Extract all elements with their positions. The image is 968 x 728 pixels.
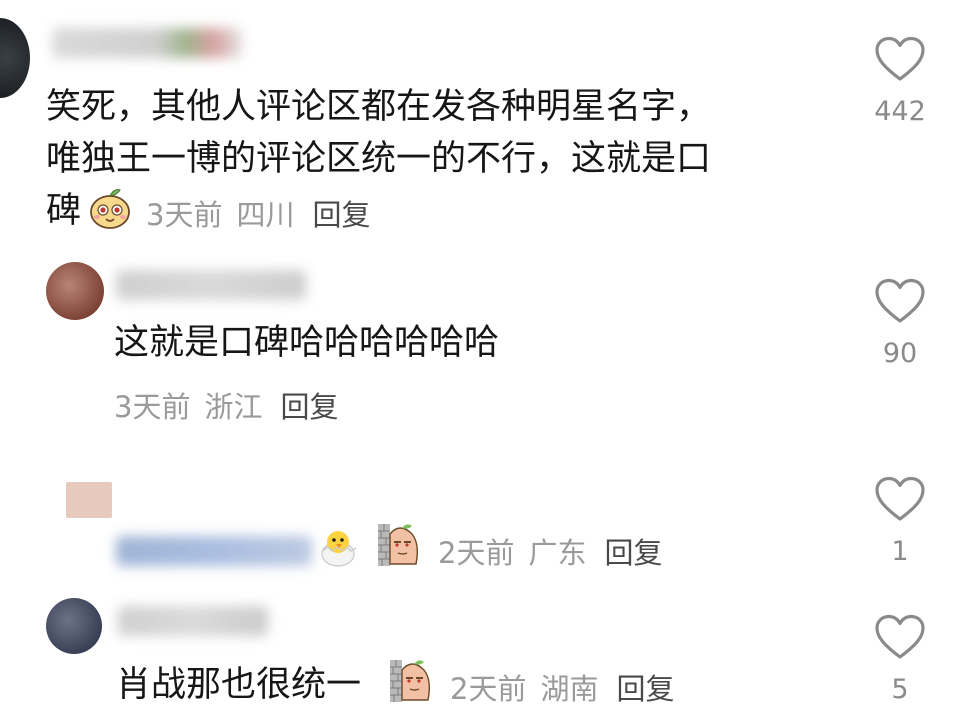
heart-icon: [875, 476, 925, 521]
comment-meta: 2天前 湖南 回复: [450, 666, 674, 708]
avatar[interactable]: [66, 482, 112, 518]
avatar[interactable]: [46, 598, 102, 654]
comment-meta: 3天前 浙江 回复: [114, 384, 338, 426]
reply-button[interactable]: 回复: [604, 530, 662, 572]
like-button[interactable]: 442: [860, 36, 940, 127]
comment-meta: 2天前 广东 回复: [438, 530, 662, 572]
like-count: 90: [882, 338, 918, 369]
username[interactable]: [116, 270, 306, 300]
avatar[interactable]: [0, 18, 30, 98]
like-button[interactable]: 1: [860, 476, 940, 567]
heart-icon: [875, 36, 925, 81]
timestamp: 2天前: [450, 672, 527, 706]
like-count: 5: [891, 674, 909, 705]
like-count: 442: [874, 96, 926, 127]
timestamp: 3天前: [114, 390, 191, 424]
comment-meta: 3天前 四川 回复: [146, 192, 370, 234]
heart-icon: [875, 278, 925, 323]
username[interactable]: [116, 536, 312, 566]
timestamp: 3天前: [146, 198, 223, 232]
comment-text-line: 碑: [46, 191, 82, 231]
comment-text-line: 这就是口碑哈哈哈哈哈哈: [114, 323, 500, 363]
wall-peek-icon: [376, 522, 426, 568]
wall-peek-icon: [388, 658, 438, 704]
comment-text-line: 笑死，其他人评论区都在发各种明星名字，: [46, 87, 712, 127]
like-button[interactable]: 90: [860, 278, 940, 369]
comment-text-line: 肖战那也很统一: [116, 665, 362, 705]
comment-text-line: 唯独王一博的评论区统一的不行，这就是口: [46, 139, 712, 179]
chick-egg-icon: [316, 524, 360, 568]
reply-button[interactable]: 回复: [280, 384, 338, 426]
location: 浙江: [204, 390, 263, 424]
avatar[interactable]: [46, 262, 104, 320]
location: 四川: [236, 198, 295, 232]
username[interactable]: [52, 28, 242, 58]
reply-button[interactable]: 回复: [312, 192, 370, 234]
location: 广东: [528, 536, 587, 570]
reply-button[interactable]: 回复: [616, 666, 674, 708]
like-button[interactable]: 5: [860, 614, 940, 705]
username[interactable]: [118, 606, 268, 636]
location: 湖南: [540, 672, 599, 706]
peach-face-icon: [88, 186, 132, 230]
heart-icon: [875, 614, 925, 659]
timestamp: 2天前: [438, 536, 515, 570]
like-count: 1: [891, 536, 909, 567]
